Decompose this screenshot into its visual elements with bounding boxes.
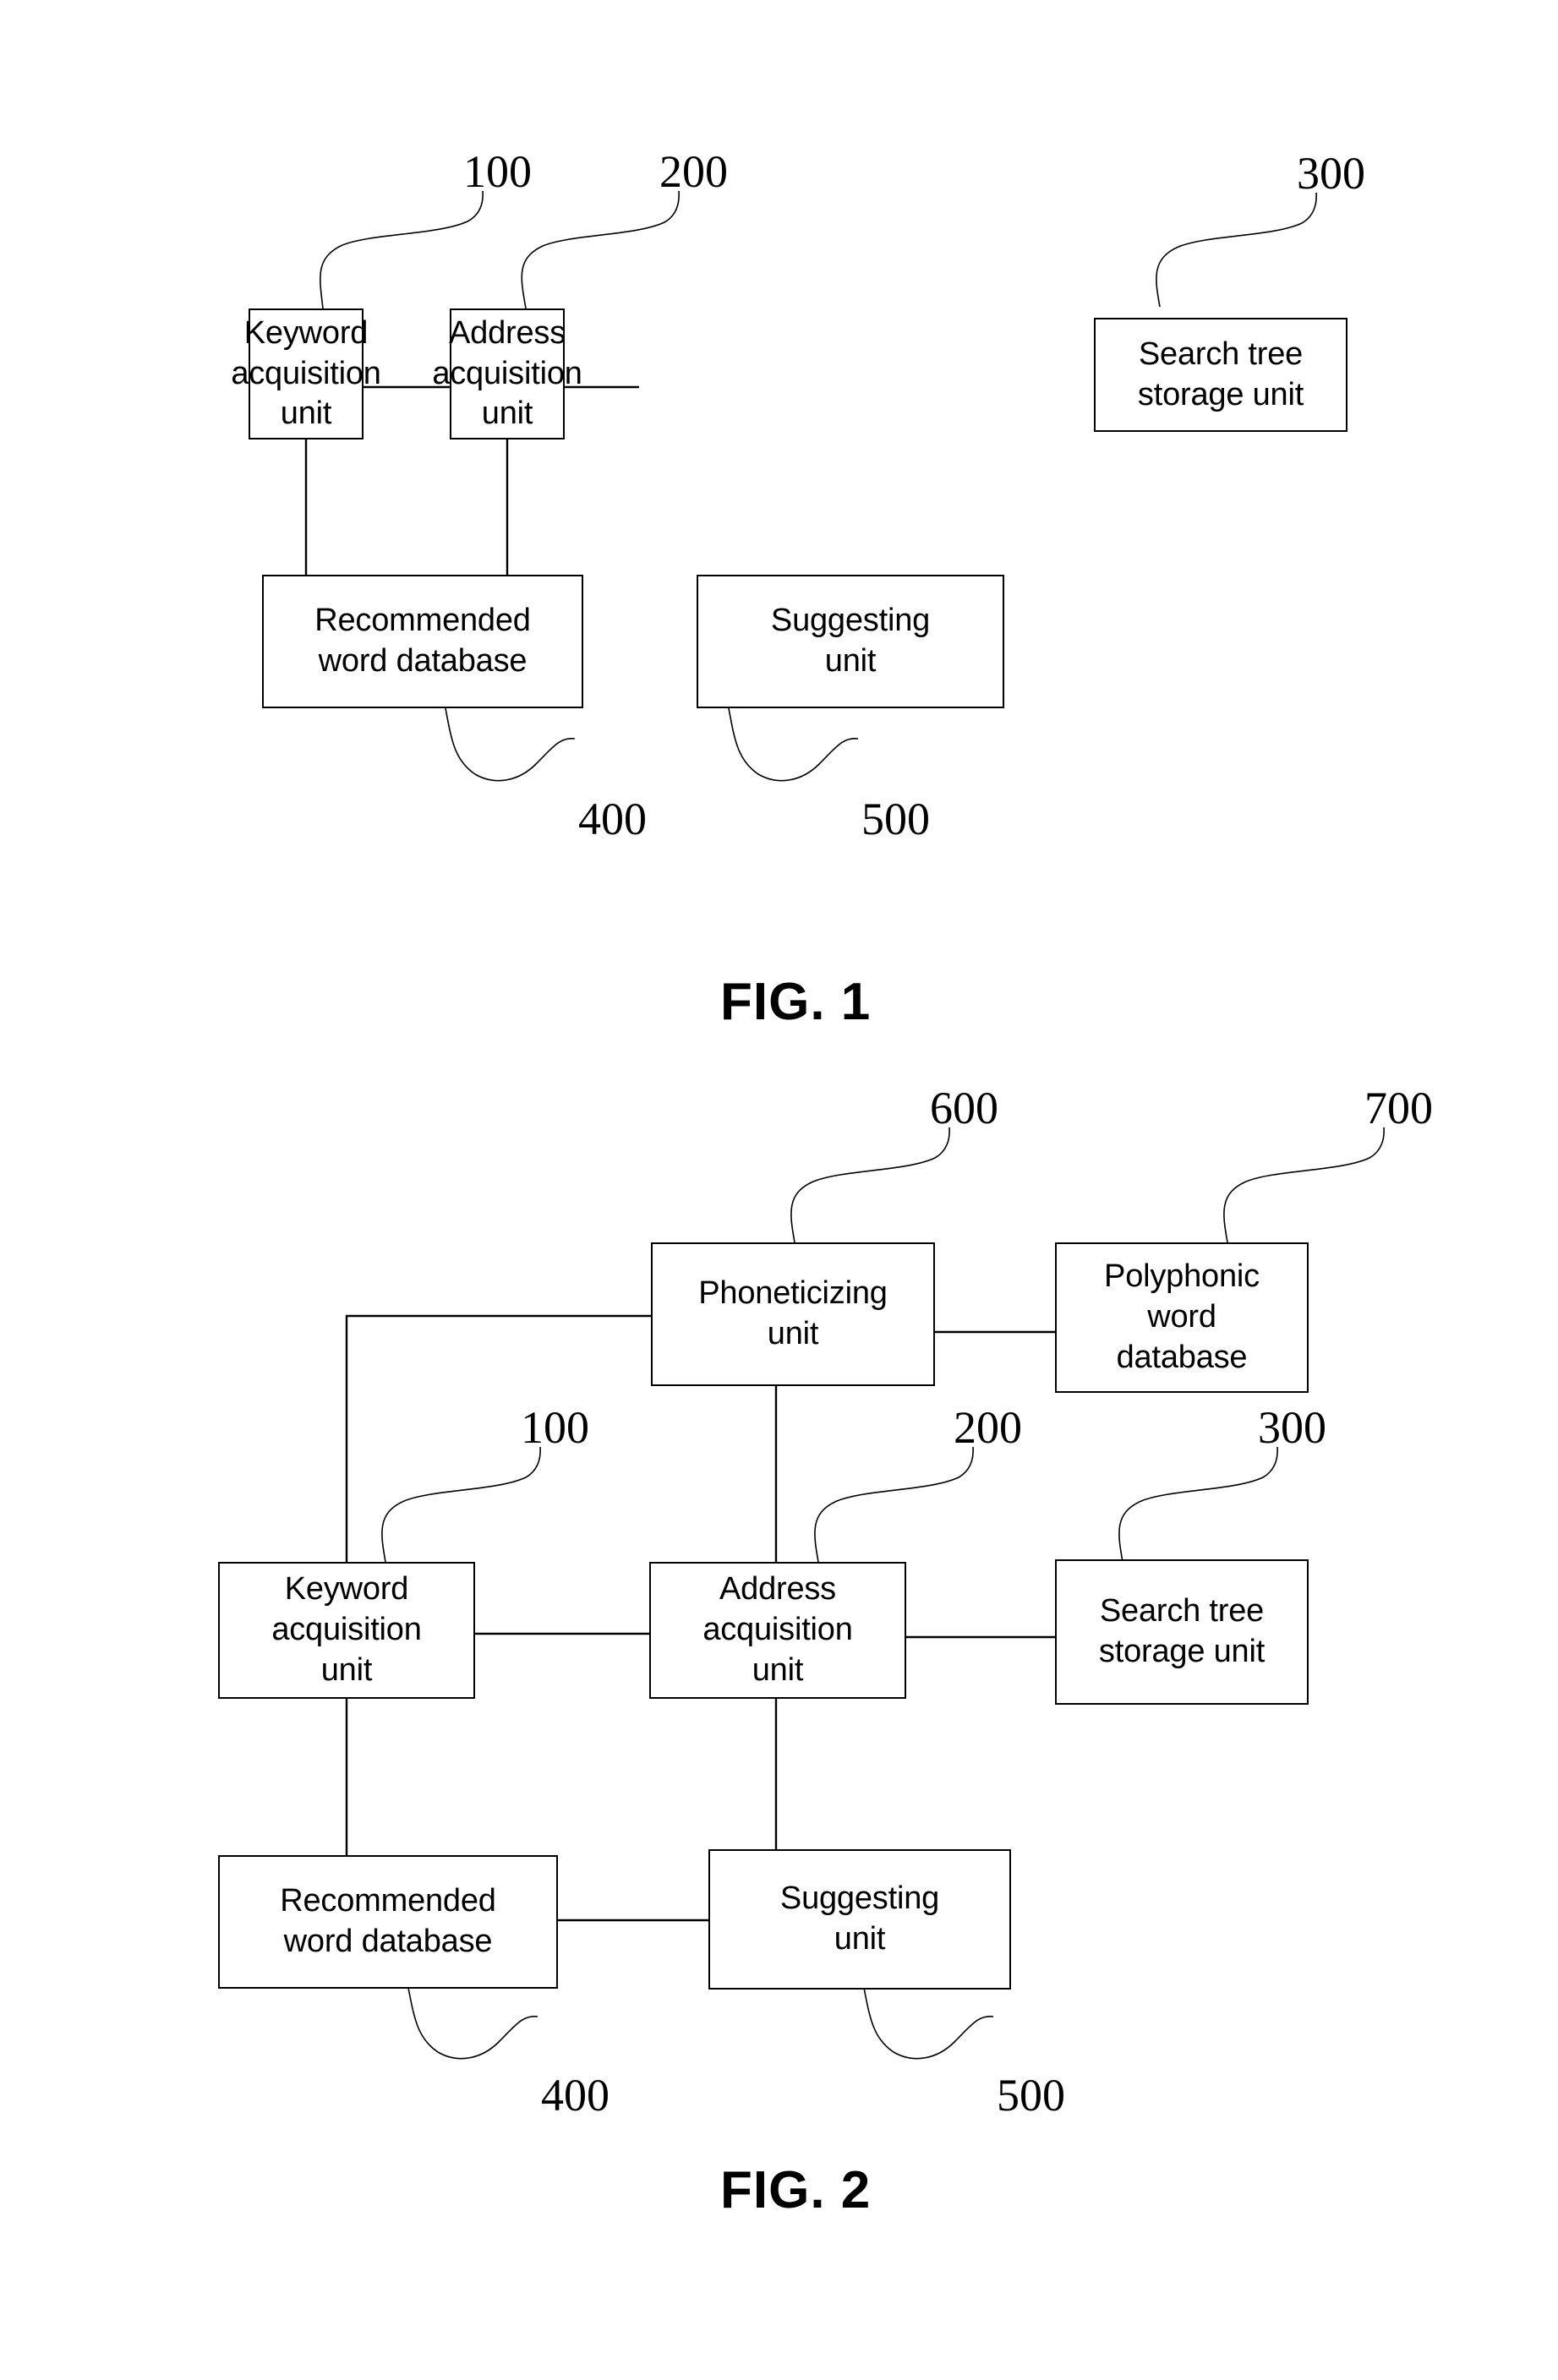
fig2-reference-numeral-600: 600 — [930, 1083, 998, 1133]
fig2-node-keyword-acquisition-unit[interactable]: Keyword acquisition unit — [218, 1562, 475, 1699]
fig1-leader-500 — [728, 707, 859, 782]
fig2-node-suggesting-unit[interactable]: Suggesting unit — [708, 1849, 1011, 1990]
fig2-leader-700 — [1223, 1127, 1385, 1243]
fig2-polyphonic-line-2: word — [1147, 1299, 1216, 1335]
fig2-node-search-tree-storage-unit[interactable]: Search tree storage unit — [1055, 1559, 1309, 1705]
fig2-reference-numeral-300: 300 — [1258, 1402, 1326, 1453]
fig1-caption: FIG. 1 — [720, 973, 872, 1031]
fig2-address-line-2: acquisition — [702, 1612, 853, 1648]
fig2-node-address-acquisition-unit[interactable]: Address acquisition unit — [649, 1562, 906, 1699]
fig2-keyword-line-3: unit — [320, 1651, 373, 1688]
fig2-suggesting-line-2: unit — [834, 1921, 886, 1957]
fig1-recommended-line-1: Recommended — [314, 603, 531, 639]
fig2-reference-numeral-400: 400 — [541, 2070, 610, 2121]
fig1-searchtree-line-2: storage unit — [1137, 376, 1304, 412]
fig1-keyword-line-1: Keyword — [243, 314, 369, 351]
fig2-polyphonic-line-3: database — [1116, 1339, 1248, 1375]
fig2-recommended-line-1: Recommended — [280, 1883, 496, 1919]
fig1-recommended-line-2: word database — [318, 643, 528, 679]
fig1-node-suggesting-unit[interactable]: Suggesting unit — [697, 575, 1004, 708]
fig1-suggesting-line-1: Suggesting — [770, 603, 931, 639]
fig2-node-polyphonic-word-database[interactable]: Polyphonic word database — [1055, 1242, 1309, 1393]
fig1-reference-numeral-300: 300 — [1297, 148, 1365, 199]
fig1-address-line-2: acquisition — [432, 355, 582, 391]
fig2-address-line-1: Address — [719, 1571, 836, 1608]
fig1-keyword-line-3: unit — [280, 396, 332, 432]
fig2-suggesting-line-1: Suggesting — [779, 1881, 940, 1917]
fig2-leader-200 — [814, 1446, 974, 1563]
fig2-leader-100 — [381, 1446, 541, 1563]
fig2-leader-400 — [407, 1987, 538, 2060]
fig1-reference-numeral-400: 400 — [578, 794, 647, 844]
fig1-reference-numeral-200: 200 — [659, 146, 728, 197]
fig2-reference-numeral-500: 500 — [997, 2070, 1065, 2121]
fig1-address-line-1: Address — [449, 314, 566, 351]
fig2-phoneticizing-line-2: unit — [767, 1316, 819, 1351]
fig1-suggesting-line-2: unit — [824, 643, 877, 679]
fig2-searchtree-line-2: storage unit — [1098, 1634, 1266, 1669]
fig1-node-recommended-word-database[interactable]: Recommended word database — [262, 575, 583, 708]
fig2-leader-300 — [1118, 1446, 1278, 1563]
fig2-recommended-line-2: word database — [283, 1924, 493, 1959]
fig2-polyphonic-line-1: Polyphonic — [1104, 1258, 1260, 1295]
fig2-reference-numeral-700: 700 — [1364, 1083, 1433, 1133]
fig2-keyword-line-2: acquisition — [271, 1612, 422, 1648]
fig2-node-recommended-word-database[interactable]: Recommended word database — [218, 1855, 558, 1989]
fig1-node-search-tree-storage-unit[interactable]: Search tree storage unit — [1094, 318, 1348, 432]
fig2-caption: FIG. 2 — [720, 2161, 872, 2219]
fig1-reference-numeral-100: 100 — [463, 146, 532, 197]
fig2-leader-600 — [790, 1127, 950, 1243]
fig1-keyword-line-2: acquisition — [231, 355, 381, 391]
fig1-reference-numeral-500: 500 — [861, 794, 930, 844]
fig1-leader-300 — [1156, 192, 1317, 308]
fig1-node-address-acquisition-unit[interactable]: Address acquisition unit — [432, 308, 582, 439]
fig2-reference-numeral-100: 100 — [521, 1402, 589, 1453]
fig1-searchtree-line-1: Search tree — [1138, 336, 1304, 372]
fig2-phoneticizing-line-1: Phoneticizing — [698, 1275, 888, 1312]
fig2-leader-500 — [863, 1987, 994, 2060]
fig1-leader-200 — [521, 190, 680, 309]
fig2-reference-numeral-200: 200 — [954, 1402, 1022, 1453]
fig2-address-line-3: unit — [752, 1651, 804, 1688]
fig1-leader-400 — [445, 707, 576, 782]
fig2-keyword-line-1: Keyword — [284, 1571, 409, 1608]
fig2-node-phoneticizing-unit[interactable]: Phoneticizing unit — [651, 1242, 935, 1386]
fig1-address-line-3: unit — [481, 396, 533, 432]
fig2-conn-phoneticizing-keyword — [345, 1314, 651, 1562]
fig1-leader-100 — [320, 190, 484, 309]
fig1-node-keyword-acquisition-unit[interactable]: Keyword acquisition unit — [231, 308, 381, 439]
patent-drawing-sheet: Keyword acquisition unit Address acquisi… — [0, 0, 1558, 2380]
fig2-searchtree-line-1: Search tree — [1099, 1593, 1265, 1629]
